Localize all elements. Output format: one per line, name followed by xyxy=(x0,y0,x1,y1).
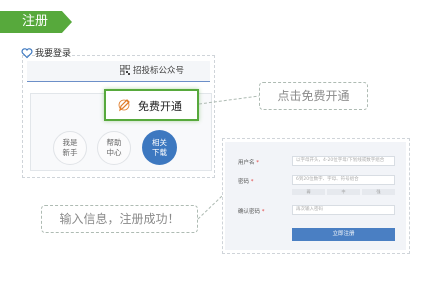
confirm-label-wrap: 确认密码 * xyxy=(238,209,265,215)
strength-strong: 强 xyxy=(362,189,395,195)
password-input[interactable]: 6到20位数字、字母、符号组合 xyxy=(292,175,395,185)
strength-medium: 中 xyxy=(327,189,360,195)
register-submit-button[interactable]: 立即注册 xyxy=(292,228,395,241)
strength-weak: 弱 xyxy=(292,189,325,195)
username-label-wrap: 用户名 * xyxy=(238,160,260,166)
confirm-label: 确认密码 xyxy=(238,209,261,215)
password-label: 密码 xyxy=(238,179,250,185)
password-label-wrap: 密码 * xyxy=(238,179,254,185)
username-label: 用户名 xyxy=(238,160,255,166)
username-input[interactable]: 以字母开头，4-20位字母/下划线或数字组合 xyxy=(292,156,395,166)
confirm-password-input[interactable]: 再次输入密码 xyxy=(292,205,395,215)
